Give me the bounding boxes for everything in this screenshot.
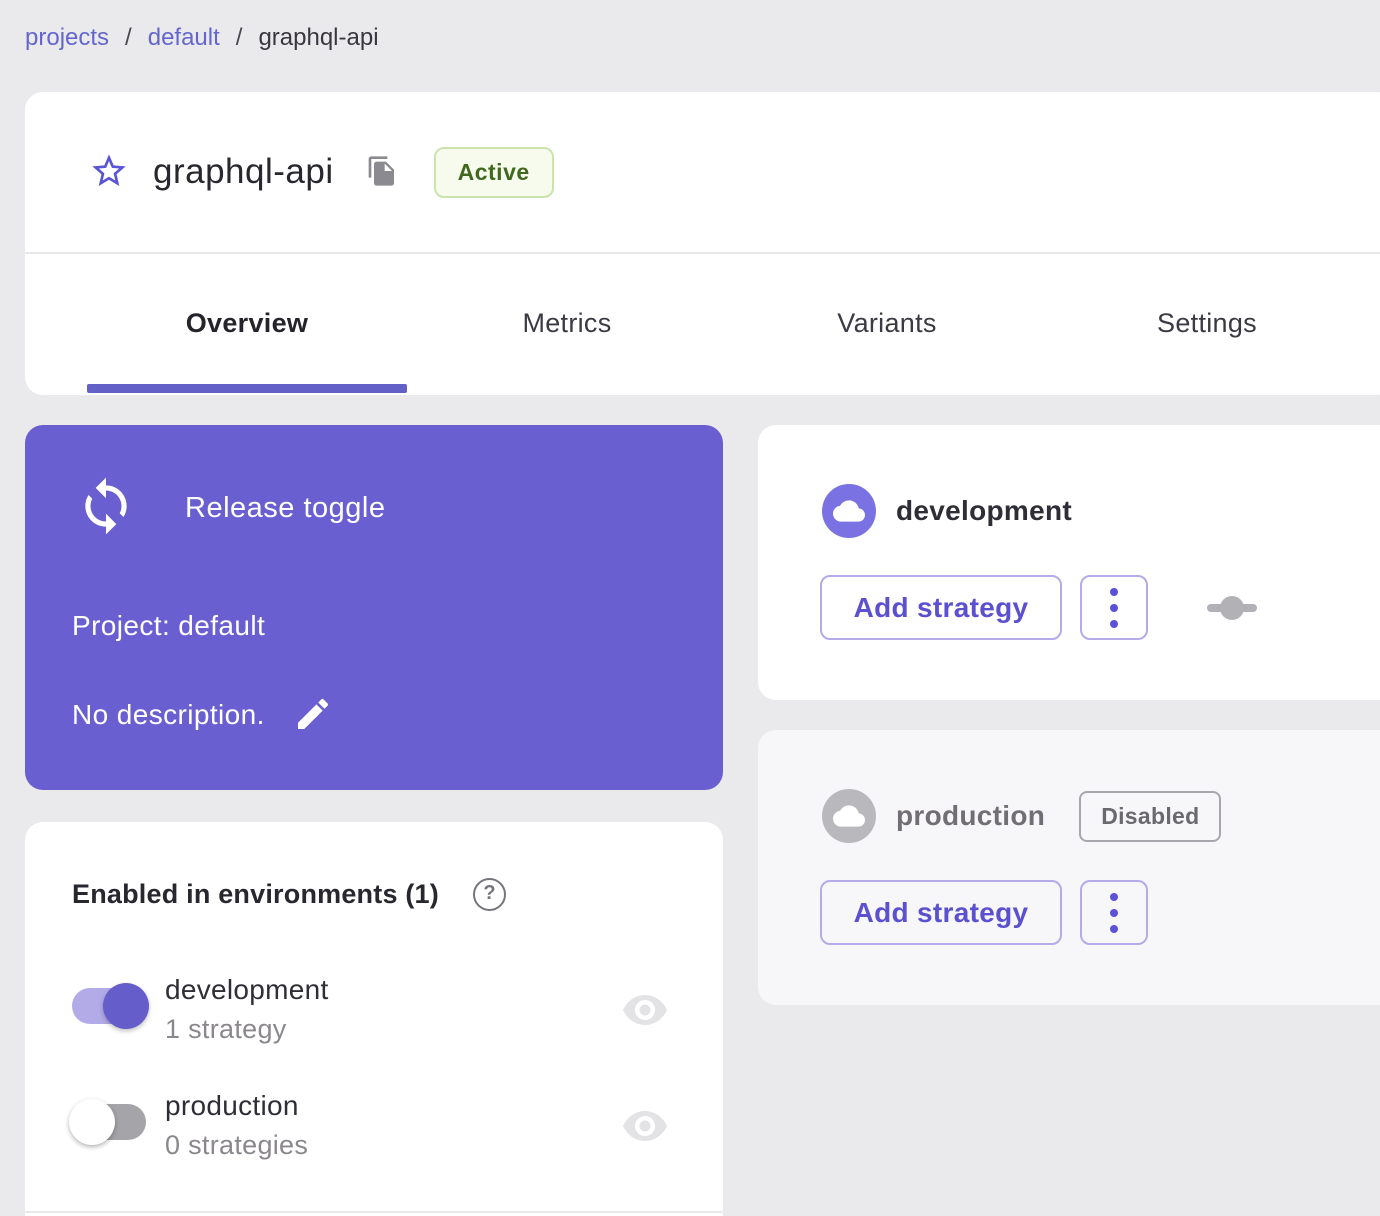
- eye-icon[interactable]: [622, 1108, 668, 1144]
- breadcrumb: projects / default / graphql-api: [25, 24, 379, 52]
- add-strategy-button[interactable]: Add strategy: [820, 880, 1062, 945]
- card-divider: [25, 1211, 723, 1213]
- environment-name: production: [896, 800, 1046, 831]
- star-outline-icon: [89, 151, 129, 194]
- breadcrumb-separator: /: [235, 24, 243, 51]
- enabled-environments-title: Enabled in environments (1): [72, 879, 439, 909]
- tab-overview[interactable]: Overview: [87, 254, 407, 393]
- breadcrumb-link-projects[interactable]: projects: [25, 24, 109, 52]
- feature-toggle-page: projects / default / graphql-api graphql…: [0, 0, 1380, 1216]
- environment-actions: Add strategy: [820, 880, 1148, 945]
- breadcrumb-link-default[interactable]: default: [148, 24, 220, 52]
- feature-header-card: graphql-api Active Overview Metrics Vari…: [25, 92, 1380, 395]
- environment-row-name: development: [165, 974, 329, 1005]
- cloud-icon: [822, 789, 876, 843]
- switch-thumb: [69, 1099, 115, 1145]
- environment-header: production Disabled: [822, 789, 1222, 843]
- add-strategy-button[interactable]: Add strategy: [820, 575, 1062, 640]
- environment-row-name: production: [165, 1090, 299, 1121]
- tab-bar: Overview Metrics Variants Settings: [25, 254, 1380, 393]
- environment-disabled-badge: Disabled: [1079, 790, 1222, 842]
- page-title: graphql-api: [153, 152, 334, 191]
- environment-name: development: [896, 495, 1073, 526]
- description-text: No description.: [72, 699, 265, 730]
- environment-actions: Add strategy: [820, 575, 1258, 640]
- environment-switch-production[interactable]: [69, 1099, 146, 1145]
- project-label: Project: default: [72, 610, 266, 641]
- environment-strategy-count: 1 strategy: [165, 1014, 287, 1044]
- description-row: No description.: [72, 693, 335, 737]
- enabled-environments-card: Enabled in environments (1) ? developmen…: [25, 822, 723, 1216]
- environment-strategy-count: 0 strategies: [165, 1130, 309, 1160]
- sync-icon: [75, 475, 137, 542]
- environment-card-development: development Add strategy: [758, 425, 1380, 700]
- copy-name-button[interactable]: [364, 154, 400, 190]
- enabled-environments-header: Enabled in environments (1) ?: [72, 878, 506, 911]
- kebab-menu-icon: [1110, 892, 1118, 933]
- favorite-star-button[interactable]: [87, 150, 131, 194]
- slider-icon: [1206, 594, 1258, 622]
- toggle-type-card: Release toggle Project: default No descr…: [25, 425, 723, 790]
- environment-toggle-row-production: production 0 strategies: [69, 1090, 676, 1176]
- active-tab-indicator: [87, 384, 407, 393]
- kebab-menu-icon: [1110, 587, 1118, 628]
- breadcrumb-current: graphql-api: [258, 24, 379, 51]
- row-labels: production 0 strategies: [165, 1090, 308, 1161]
- environment-header: development: [822, 484, 1072, 538]
- environment-switch-development[interactable]: [72, 983, 149, 1029]
- environment-more-button[interactable]: [1080, 575, 1148, 640]
- toggle-type-header: Release toggle: [75, 475, 385, 542]
- question-mark-icon[interactable]: ?: [472, 878, 506, 911]
- tab-settings[interactable]: Settings: [1047, 254, 1367, 393]
- eye-icon[interactable]: [622, 992, 668, 1028]
- row-labels: development 1 strategy: [165, 974, 329, 1045]
- tab-metrics[interactable]: Metrics: [407, 254, 727, 393]
- environment-card-production: production Disabled Add strategy: [758, 730, 1380, 1005]
- edit-description-button[interactable]: [291, 693, 335, 737]
- cloud-icon: [822, 484, 876, 538]
- switch-thumb: [103, 983, 149, 1029]
- environment-toggle-row-development: development 1 strategy: [72, 974, 676, 1060]
- status-badge: Active: [433, 146, 554, 198]
- feature-header-row: graphql-api Active: [25, 92, 1380, 254]
- environment-more-button[interactable]: [1080, 880, 1148, 945]
- toggle-type-label: Release toggle: [185, 492, 386, 524]
- pencil-icon: [293, 694, 333, 737]
- tab-variants[interactable]: Variants: [727, 254, 1047, 393]
- breadcrumb-separator: /: [125, 24, 132, 51]
- copy-icon: [366, 155, 398, 190]
